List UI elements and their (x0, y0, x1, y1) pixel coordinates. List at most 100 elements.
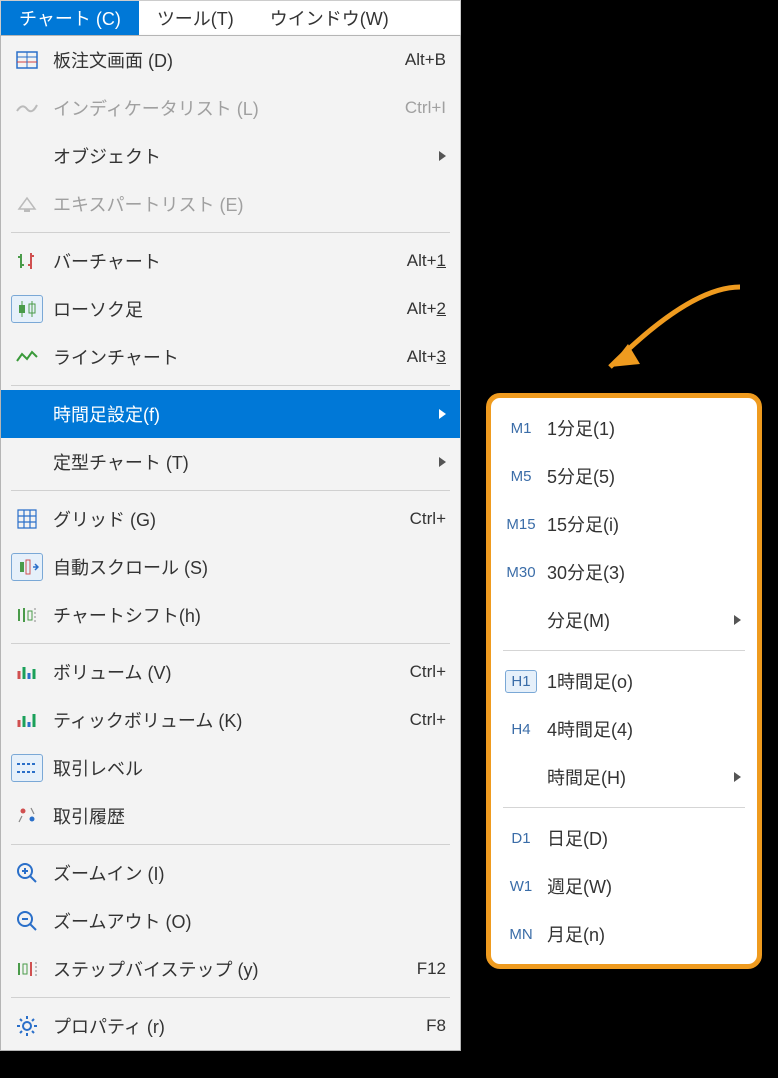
timeframe-badge: D1 (501, 830, 541, 847)
menu-item[interactable]: 取引履歴 (1, 792, 460, 840)
empty-icon (11, 400, 43, 428)
submenu-arrow-icon (439, 457, 446, 467)
menu-item-label: ローソク足 (53, 296, 407, 322)
menu-item[interactable]: オブジェクト (1, 132, 460, 180)
submenu-arrow-icon (439, 409, 446, 419)
menu-shortcut: F12 (417, 959, 446, 979)
menu-item-label: 取引履歴 (53, 803, 446, 829)
step-icon (11, 955, 43, 983)
empty-icon (11, 448, 43, 476)
menu-item-label: 板注文画面 (D) (53, 47, 405, 73)
menubar: チャート (C)ツール(T)ウインドウ(W) (0, 0, 461, 35)
menu-shortcut: Ctrl+ (410, 662, 446, 682)
zoom-out-icon (11, 907, 43, 935)
menu-item[interactable]: 板注文画面 (D)Alt+B (1, 36, 460, 84)
menubar-item[interactable]: チャート (C) (1, 1, 139, 35)
menu-shortcut: Ctrl+ (410, 509, 446, 529)
timeframe-item[interactable]: MN 月足(n) (495, 910, 753, 958)
timeframe-badge: M1 (501, 420, 541, 437)
menubar-item[interactable]: ウインドウ(W) (252, 1, 407, 35)
autoscroll-icon (11, 553, 43, 581)
menu-item[interactable]: ボリューム (V)Ctrl+ (1, 648, 460, 696)
timeframe-label: 週足(W) (547, 873, 741, 899)
gear-icon (11, 1012, 43, 1040)
menu-item[interactable]: ズームアウト (O) (1, 897, 460, 945)
timeframe-item[interactable]: M30 30分足(3) (495, 548, 753, 596)
menu-item-label: 自動スクロール (S) (53, 554, 446, 580)
timeframe-item[interactable]: H4 4時間足(4) (495, 705, 753, 753)
timeframe-badge: H4 (501, 721, 541, 738)
menu-item[interactable]: 自動スクロール (S) (1, 543, 460, 591)
timeframe-item[interactable]: W1週足(W) (495, 862, 753, 910)
timeframe-item[interactable]: M1515分足(i) (495, 500, 753, 548)
menu-item[interactable]: 定型チャート (T) (1, 438, 460, 486)
menu-item[interactable]: 時間足設定(f) (1, 390, 460, 438)
submenu-arrow-icon (734, 615, 741, 625)
tick-volume-icon (11, 706, 43, 734)
timeframe-label: 1時間足(o) (547, 668, 741, 694)
timeframe-badge: MN (501, 926, 541, 943)
menu-shortcut: Alt+3 (407, 347, 446, 367)
menu-separator (11, 997, 450, 998)
menu-shortcut: Ctrl+I (405, 98, 446, 118)
timeframe-label: 30分足(3) (547, 559, 741, 585)
menubar-item[interactable]: ツール(T) (139, 1, 252, 35)
timeframe-badge: M30 (501, 564, 541, 581)
submenu-separator (503, 807, 745, 808)
timeframe-item[interactable]: H1 1時間足(o) (495, 657, 753, 705)
menu-item[interactable]: ローソク足Alt+2 (1, 285, 460, 333)
timeframe-item[interactable]: D1 日足(D) (495, 814, 753, 862)
menu-item[interactable]: ステップバイステップ (y)F12 (1, 945, 460, 993)
timeframe-item[interactable]: 時間足(H) (495, 753, 753, 801)
timeframe-label: 4時間足(4) (547, 716, 741, 742)
menu-item[interactable]: グリッド (G)Ctrl+ (1, 495, 460, 543)
levels-icon (11, 754, 43, 782)
menu-item[interactable]: 取引レベル (1, 744, 460, 792)
menu-item-label: チャートシフト(h) (53, 602, 446, 628)
menu-item: インディケータリスト (L)Ctrl+I (1, 84, 460, 132)
menu-item[interactable]: ラインチャートAlt+3 (1, 333, 460, 381)
menu-separator (11, 490, 450, 491)
shift-icon (11, 601, 43, 629)
menu-separator (11, 385, 450, 386)
timeframe-label: 時間足(H) (547, 764, 734, 790)
volume-icon (11, 658, 43, 686)
annotation-arrow (570, 282, 750, 392)
timeframe-label: 1分足(1) (547, 415, 741, 441)
menu-item[interactable]: プロパティ (r)F8 (1, 1002, 460, 1050)
timeframe-badge: H1 (505, 670, 537, 693)
menu-separator (11, 844, 450, 845)
bar-chart-icon (11, 247, 43, 275)
zoom-in-icon (11, 859, 43, 887)
menu-item-label: 時間足設定(f) (53, 401, 439, 427)
menu-item-label: ズームイン (I) (53, 860, 446, 886)
timeframe-item[interactable]: M55分足(5) (495, 452, 753, 500)
menu-item-label: ズームアウト (O) (53, 908, 446, 934)
timeframe-submenu: M1 1分足(1) M55分足(5)M1515分足(i) M30 30分足(3) 分足(M… (486, 393, 762, 969)
menu-separator (11, 232, 450, 233)
menu-item-label: グリッド (G) (53, 506, 410, 532)
chart-menu-dropdown: 板注文画面 (D)Alt+Bインディケータリスト (L)Ctrl+Iオブジェクト… (0, 35, 461, 1051)
menu-item-label: プロパティ (r) (53, 1013, 426, 1039)
menu-item[interactable]: チャートシフト(h) (1, 591, 460, 639)
timeframe-label: 5分足(5) (547, 463, 741, 489)
menu-item-label: オブジェクト (53, 143, 439, 169)
timeframe-label: 月足(n) (547, 921, 741, 947)
menu-item[interactable]: ティックボリューム (K)Ctrl+ (1, 696, 460, 744)
menu-item-label: 定型チャート (T) (53, 449, 439, 475)
history-icon (11, 802, 43, 830)
indicator-icon (11, 94, 43, 122)
dom-icon (11, 46, 43, 74)
menu-shortcut: Alt+B (405, 50, 446, 70)
menu-item-label: インディケータリスト (L) (53, 95, 405, 121)
menu-item-label: ラインチャート (53, 344, 407, 370)
menu-item: エキスパートリスト (E) (1, 180, 460, 228)
timeframe-label: 15分足(i) (547, 511, 741, 537)
menu-item-label: 取引レベル (53, 755, 446, 781)
timeframe-item[interactable]: 分足(M) (495, 596, 753, 644)
submenu-arrow-icon (734, 772, 741, 782)
timeframe-item[interactable]: M1 1分足(1) (495, 404, 753, 452)
timeframe-label: 日足(D) (547, 825, 741, 851)
menu-item[interactable]: バーチャートAlt+1 (1, 237, 460, 285)
menu-item[interactable]: ズームイン (I) (1, 849, 460, 897)
